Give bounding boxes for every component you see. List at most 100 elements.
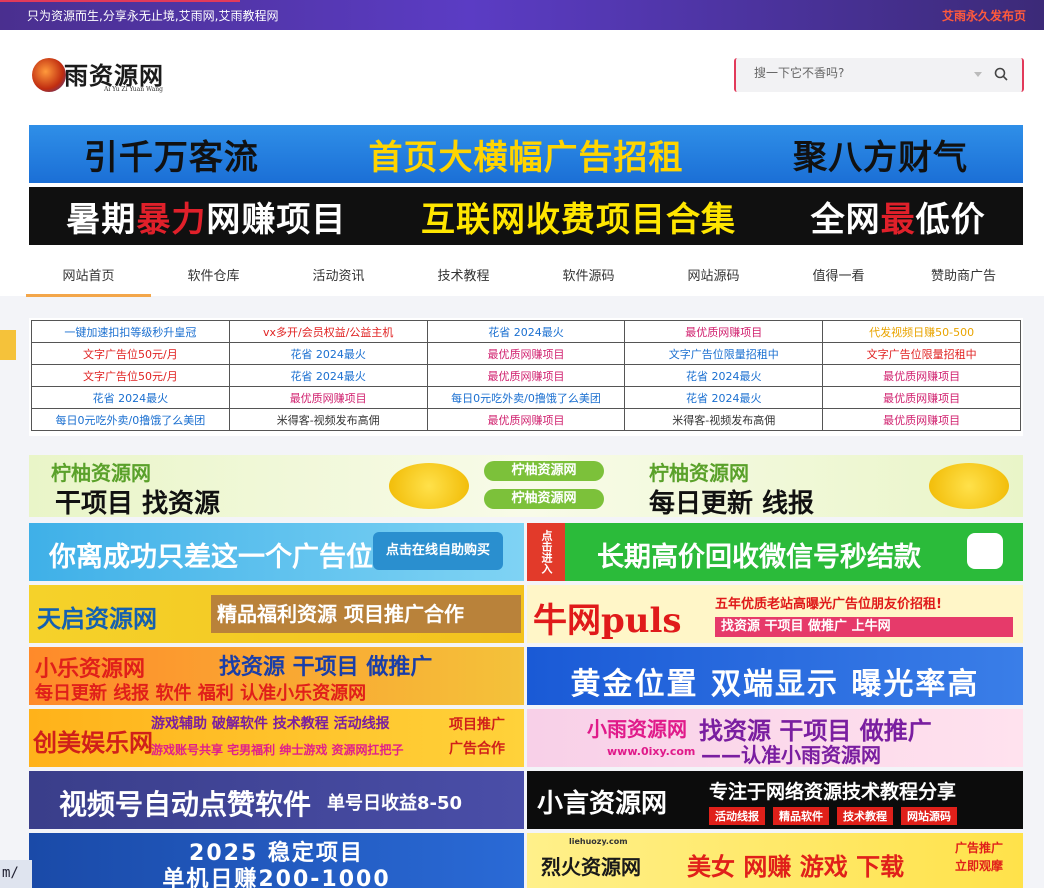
text-link-table: 一键加速扣扣等级秒升皇冠 vx多开/会员权益/公益主机 花省 2024最火 最优质网赚… xyxy=(31,320,1021,431)
nav-item-home[interactable]: 网站首页 xyxy=(26,265,151,284)
site-slogan: 只为资源而生,分享永无止境,艾雨网,艾雨教程网 xyxy=(27,9,279,23)
ad-xiaoyan-tag: 活动线报 xyxy=(709,807,765,825)
text-link-ad[interactable]: 最优质网赚项目 xyxy=(822,408,1021,431)
ad-gold-slot[interactable]: 黄金位置 双端显示 曝光率高 xyxy=(527,647,1023,705)
nav-item-software[interactable]: 软件仓库 xyxy=(151,265,276,284)
ad-gold-slot-text: 黄金位置 双端显示 曝光率高 xyxy=(570,667,980,702)
text-link-ad[interactable]: 花省 2024最火 xyxy=(228,364,428,387)
logo-subtitle: Ai Yu Zi Yuan Wang xyxy=(104,86,163,93)
ad-chuangmei[interactable]: 创美娱乐网 游戏辅助 破解软件 技术教程 活动线报 游戏账号共享 宅男福利 绅士… xyxy=(29,709,524,767)
ad-xiaoyan[interactable]: 小言资源网 专注于网络资源技术教程分享 活动线报 精品软件 技术教程 网站源码 xyxy=(527,771,1023,829)
ad-stable-project[interactable]: 2025 稳定项目 单机日赚200-1000 xyxy=(29,833,524,888)
text-link-ad[interactable]: 最优质网赚项目 xyxy=(822,386,1021,409)
lemon-brand-right: 柠柚资源网 xyxy=(649,461,749,485)
text-link-ad[interactable]: 花省 2024最火 xyxy=(31,386,230,409)
ad-xiaoyan-tag: 网站源码 xyxy=(901,807,957,825)
text-link-ad[interactable]: 最优质网赚项目 xyxy=(426,342,626,365)
ad-liehuo-main: 美女 网赚 游戏 下载 xyxy=(687,853,905,881)
search-box xyxy=(734,58,1024,92)
ad-video-like[interactable]: 视频号自动点赞软件 单号日收益8-50 xyxy=(29,771,524,829)
table-row: 一键加速扣扣等级秒升皇冠 vx多开/会员权益/公益主机 花省 2024最火 最优质网赚… xyxy=(31,320,1021,343)
ad-chuangmei-top: 游戏辅助 破解软件 技术教程 活动线报 xyxy=(151,716,390,732)
text-link-ad[interactable]: 最优质网赚项目 xyxy=(822,364,1021,387)
ad-stable-bottom: 单机日赚200-1000 xyxy=(162,867,391,888)
ad-wechat-recycle[interactable]: 点击进入 长期高价回收微信号秒结款 xyxy=(527,523,1023,581)
ad-wechat-tag: 点击进入 xyxy=(527,523,565,581)
banner1-part3: 聚八方财气 xyxy=(793,137,969,178)
banner2-part1c: 网赚项目 xyxy=(206,199,347,240)
banner1-part1: 引千万客流 xyxy=(83,137,259,178)
nav-item-software-source[interactable]: 软件源码 xyxy=(526,265,651,284)
nav-item-activities[interactable]: 活动资讯 xyxy=(276,265,401,284)
header-banner-ad-2[interactable]: 暑期暴力网赚项目 互联网收费项目合集 全网最低价 xyxy=(29,187,1023,245)
ad-tianqi-brand: 天启资源网 xyxy=(37,605,157,633)
table-row: 文字广告位50元/月 花省 2024最火 最优质网赚项目 文字广告位限量招租中 文字广告… xyxy=(31,342,1021,365)
text-link-ad[interactable]: 最优质网赚项目 xyxy=(426,364,626,387)
lemon-pill-2: 柠柚资源网 xyxy=(484,489,604,509)
text-link-ad[interactable]: 花省 2024最火 xyxy=(426,320,626,343)
text-link-ad[interactable]: 每日0元吃外卖/0撸饿了么美团 xyxy=(31,408,230,431)
text-link-ads: 一键加速扣扣等级秒升皇冠 vx多开/会员权益/公益主机 花省 2024最火 最优质网赚… xyxy=(29,318,1023,436)
text-link-ad[interactable]: 文字广告位50元/月 xyxy=(31,342,230,365)
ad-tianqi[interactable]: 天启资源网 精品福利资源 项目推广合作 xyxy=(29,585,524,643)
lemon-brand-left: 柠柚资源网 xyxy=(51,461,151,485)
banner2-part1b: 暴力 xyxy=(136,199,207,240)
text-link-ad[interactable]: 花省 2024最火 xyxy=(228,342,428,365)
ad-lemon-banner[interactable]: 柠柚资源网 干项目 找资源 柠柚资源网 柠柚资源网 柠柚资源网 每日更新 线报 xyxy=(29,455,1023,517)
nav-item-website-source[interactable]: 网站源码 xyxy=(651,265,776,284)
side-decoration xyxy=(0,330,16,360)
ad-buy-slot-button[interactable]: 点击在线自助购买 xyxy=(373,532,503,570)
ad-xiaoyan-tag: 精品软件 xyxy=(773,807,829,825)
text-link-ad[interactable]: 米得客-视频发布高佣 xyxy=(228,408,428,431)
banner2-part3: 全网最低价 xyxy=(811,192,986,241)
search-icon[interactable] xyxy=(994,67,1008,81)
ad-xiaoyu[interactable]: 小雨资源网 找资源 干项目 做推广 www.0ixy.com ——认准小雨资源网 xyxy=(527,709,1023,767)
ad-chuangmei-side: 项目推广 广告合作 xyxy=(449,717,505,757)
text-link-ad[interactable]: 最优质网赚项目 xyxy=(228,386,428,409)
ad-wechat-text: 长期高价回收微信号秒结款 xyxy=(597,542,921,573)
nav-item-sponsor-ads[interactable]: 赞助商广告 xyxy=(901,265,1026,284)
nav-item-tutorials[interactable]: 技术教程 xyxy=(401,265,526,284)
ad-xiaoyu-sub: ——认准小雨资源网 xyxy=(701,743,881,767)
text-link-ad[interactable]: 代发视频日赚50-500 xyxy=(822,320,1021,343)
ad-niuwang[interactable]: 牛网puls 五年优质老站高曝光广告位朋友价招租! 找资源 干项目 做推广 上牛… xyxy=(527,585,1023,643)
search-input[interactable] xyxy=(754,66,954,80)
publish-page-link[interactable]: 艾雨永久发布页 xyxy=(942,7,1026,24)
text-link-ad[interactable]: 最优质网赚项目 xyxy=(426,408,626,431)
ad-liehuo[interactable]: liehuozy.com 烈火资源网 美女 网赚 游戏 下载 广告推广 立即观摩 xyxy=(527,833,1023,888)
banner2-part3b: 最 xyxy=(880,199,916,240)
caret-down-icon[interactable] xyxy=(974,72,982,77)
text-link-ad[interactable]: 一键加速扣扣等级秒升皇冠 xyxy=(31,320,230,343)
text-link-ad[interactable]: 米得客-视频发布高佣 xyxy=(624,408,824,431)
table-row: 花省 2024最火 最优质网赚项目 每日0元吃外卖/0撸饿了么美团 花省 2024最火… xyxy=(31,386,1021,409)
ad-xiaoyan-brand: 小言资源网 xyxy=(537,789,668,819)
lemon-pill-1: 柠柚资源网 xyxy=(484,461,604,481)
logo-mark-icon xyxy=(32,58,66,92)
ad-xiaole[interactable]: 小乐资源网 找资源 干项目 做推广 每日更新 线报 软件 福利 认准小乐资源网 xyxy=(29,647,524,705)
text-link-ad[interactable]: vx多开/会员权益/公益主机 xyxy=(228,320,428,343)
ad-video-like-main: 视频号自动点赞软件 xyxy=(59,788,312,821)
nav-item-worth-seeing[interactable]: 值得一看 xyxy=(776,265,901,284)
ad-xiaoyan-top: 专注于网络资源技术教程分享 xyxy=(709,781,957,803)
header-banner-ad-1[interactable]: 引千万客流 首页大横幅广告招租 聚八方财气 xyxy=(29,125,1023,183)
main-nav: 网站首页 软件仓库 活动资讯 技术教程 软件源码 网站源码 值得一看 赞助商广告 xyxy=(0,254,1044,297)
text-link-ad[interactable]: 最优质网赚项目 xyxy=(624,320,824,343)
text-link-ad[interactable]: 花省 2024最火 xyxy=(624,364,824,387)
ad-buy-slot[interactable]: 你离成功只差这一个广告位 点击在线自助购买 xyxy=(29,523,524,581)
text-link-ad[interactable]: 文字广告位限量招租中 xyxy=(624,342,824,365)
lemon-icon xyxy=(389,463,469,509)
text-link-ad[interactable]: 文字广告位限量招租中 xyxy=(822,342,1021,365)
ad-chuangmei-brand: 创美娱乐网 xyxy=(33,729,153,757)
wechat-icon xyxy=(967,533,1003,569)
ad-niuwang-bottom: 找资源 干项目 做推广 上牛网 xyxy=(715,617,1013,637)
ad-xiaoyan-tag: 技术教程 xyxy=(837,807,893,825)
ad-liehuo-url: liehuozy.com xyxy=(569,837,628,846)
banner2-part1a: 暑期 xyxy=(66,199,137,240)
text-link-ad[interactable]: 每日0元吃外卖/0撸饿了么美团 xyxy=(426,386,626,409)
site-header: 雨资源网 Ai Yu Zi Yuan Wang 引千万客流 首页大横幅广告招租 … xyxy=(0,30,1044,297)
ad-tianqi-text: 精品福利资源 项目推广合作 xyxy=(211,595,521,633)
ad-xiaoyu-url: www.0ixy.com xyxy=(607,745,696,758)
text-link-ad[interactable]: 文字广告位50元/月 xyxy=(31,364,230,387)
site-logo[interactable]: 雨资源网 Ai Yu Zi Yuan Wang xyxy=(32,54,172,102)
text-link-ad[interactable]: 花省 2024最火 xyxy=(624,386,824,409)
